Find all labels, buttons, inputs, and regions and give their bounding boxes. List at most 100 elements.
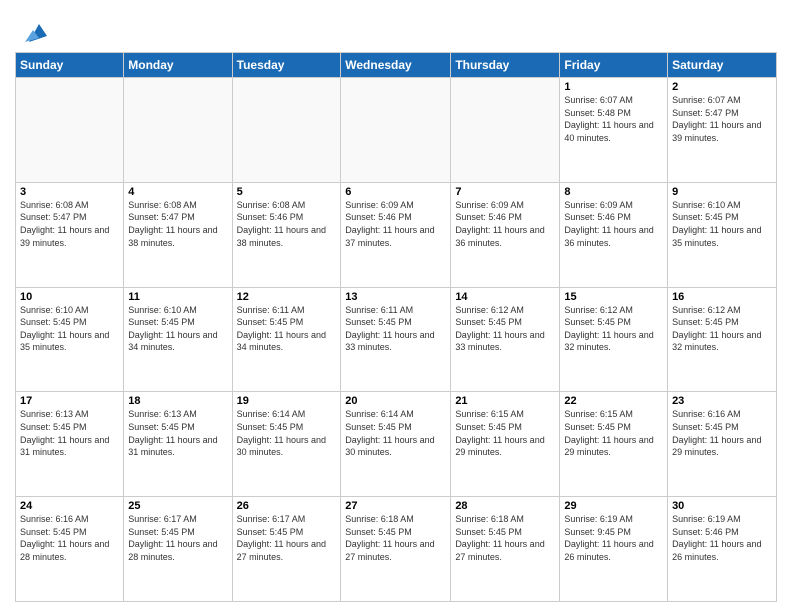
day-info: Sunrise: 6:09 AM Sunset: 5:46 PM Dayligh… — [564, 199, 663, 249]
day-info: Sunrise: 6:13 AM Sunset: 5:45 PM Dayligh… — [128, 408, 227, 458]
day-info: Sunrise: 6:19 AM Sunset: 9:45 PM Dayligh… — [564, 513, 663, 563]
calendar-cell: 16Sunrise: 6:12 AM Sunset: 5:45 PM Dayli… — [668, 287, 777, 392]
day-number: 14 — [455, 291, 555, 303]
day-number: 27 — [345, 500, 446, 512]
day-info: Sunrise: 6:12 AM Sunset: 5:45 PM Dayligh… — [455, 304, 555, 354]
day-info: Sunrise: 6:15 AM Sunset: 5:45 PM Dayligh… — [564, 408, 663, 458]
day-number: 19 — [237, 395, 337, 407]
day-number: 1 — [564, 81, 663, 93]
calendar-cell — [16, 78, 124, 183]
page: SundayMondayTuesdayWednesdayThursdayFrid… — [0, 0, 792, 612]
day-info: Sunrise: 6:12 AM Sunset: 5:45 PM Dayligh… — [564, 304, 663, 354]
day-number: 2 — [672, 81, 772, 93]
day-info: Sunrise: 6:13 AM Sunset: 5:45 PM Dayligh… — [20, 408, 119, 458]
calendar-header-friday: Friday — [560, 53, 668, 78]
day-number: 3 — [20, 186, 119, 198]
calendar-cell: 24Sunrise: 6:16 AM Sunset: 5:45 PM Dayli… — [16, 497, 124, 602]
day-number: 9 — [672, 186, 772, 198]
calendar-cell: 18Sunrise: 6:13 AM Sunset: 5:45 PM Dayli… — [124, 392, 232, 497]
day-number: 18 — [128, 395, 227, 407]
day-number: 13 — [345, 291, 446, 303]
day-info: Sunrise: 6:07 AM Sunset: 5:48 PM Dayligh… — [564, 94, 663, 144]
calendar-cell: 15Sunrise: 6:12 AM Sunset: 5:45 PM Dayli… — [560, 287, 668, 392]
calendar-week-row: 1Sunrise: 6:07 AM Sunset: 5:48 PM Daylig… — [16, 78, 777, 183]
calendar-week-row: 3Sunrise: 6:08 AM Sunset: 5:47 PM Daylig… — [16, 182, 777, 287]
day-info: Sunrise: 6:14 AM Sunset: 5:45 PM Dayligh… — [345, 408, 446, 458]
day-number: 22 — [564, 395, 663, 407]
calendar-cell: 9Sunrise: 6:10 AM Sunset: 5:45 PM Daylig… — [668, 182, 777, 287]
calendar-cell — [451, 78, 560, 183]
calendar-cell: 4Sunrise: 6:08 AM Sunset: 5:47 PM Daylig… — [124, 182, 232, 287]
day-number: 30 — [672, 500, 772, 512]
day-number: 16 — [672, 291, 772, 303]
calendar-cell: 3Sunrise: 6:08 AM Sunset: 5:47 PM Daylig… — [16, 182, 124, 287]
day-number: 11 — [128, 291, 227, 303]
calendar-cell: 20Sunrise: 6:14 AM Sunset: 5:45 PM Dayli… — [341, 392, 451, 497]
day-info: Sunrise: 6:11 AM Sunset: 5:45 PM Dayligh… — [345, 304, 446, 354]
calendar-cell: 6Sunrise: 6:09 AM Sunset: 5:46 PM Daylig… — [341, 182, 451, 287]
calendar-header-wednesday: Wednesday — [341, 53, 451, 78]
day-info: Sunrise: 6:16 AM Sunset: 5:45 PM Dayligh… — [20, 513, 119, 563]
calendar-cell: 27Sunrise: 6:18 AM Sunset: 5:45 PM Dayli… — [341, 497, 451, 602]
calendar-week-row: 17Sunrise: 6:13 AM Sunset: 5:45 PM Dayli… — [16, 392, 777, 497]
day-info: Sunrise: 6:17 AM Sunset: 5:45 PM Dayligh… — [237, 513, 337, 563]
day-info: Sunrise: 6:09 AM Sunset: 5:46 PM Dayligh… — [455, 199, 555, 249]
calendar-cell: 21Sunrise: 6:15 AM Sunset: 5:45 PM Dayli… — [451, 392, 560, 497]
calendar-cell: 2Sunrise: 6:07 AM Sunset: 5:47 PM Daylig… — [668, 78, 777, 183]
calendar-header-thursday: Thursday — [451, 53, 560, 78]
calendar-header-sunday: Sunday — [16, 53, 124, 78]
header — [15, 10, 777, 44]
calendar-cell: 11Sunrise: 6:10 AM Sunset: 5:45 PM Dayli… — [124, 287, 232, 392]
calendar-cell — [341, 78, 451, 183]
calendar-cell: 19Sunrise: 6:14 AM Sunset: 5:45 PM Dayli… — [232, 392, 341, 497]
day-number: 10 — [20, 291, 119, 303]
calendar-cell: 8Sunrise: 6:09 AM Sunset: 5:46 PM Daylig… — [560, 182, 668, 287]
day-number: 17 — [20, 395, 119, 407]
day-number: 7 — [455, 186, 555, 198]
day-info: Sunrise: 6:17 AM Sunset: 5:45 PM Dayligh… — [128, 513, 227, 563]
calendar-cell — [124, 78, 232, 183]
day-info: Sunrise: 6:18 AM Sunset: 5:45 PM Dayligh… — [455, 513, 555, 563]
calendar-cell: 7Sunrise: 6:09 AM Sunset: 5:46 PM Daylig… — [451, 182, 560, 287]
day-number: 5 — [237, 186, 337, 198]
day-number: 24 — [20, 500, 119, 512]
calendar-week-row: 10Sunrise: 6:10 AM Sunset: 5:45 PM Dayli… — [16, 287, 777, 392]
day-number: 12 — [237, 291, 337, 303]
day-info: Sunrise: 6:10 AM Sunset: 5:45 PM Dayligh… — [20, 304, 119, 354]
day-info: Sunrise: 6:08 AM Sunset: 5:47 PM Dayligh… — [128, 199, 227, 249]
day-number: 6 — [345, 186, 446, 198]
calendar-cell: 1Sunrise: 6:07 AM Sunset: 5:48 PM Daylig… — [560, 78, 668, 183]
day-info: Sunrise: 6:16 AM Sunset: 5:45 PM Dayligh… — [672, 408, 772, 458]
calendar-cell: 13Sunrise: 6:11 AM Sunset: 5:45 PM Dayli… — [341, 287, 451, 392]
day-info: Sunrise: 6:12 AM Sunset: 5:45 PM Dayligh… — [672, 304, 772, 354]
day-info: Sunrise: 6:08 AM Sunset: 5:46 PM Dayligh… — [237, 199, 337, 249]
calendar-cell — [232, 78, 341, 183]
logo — [15, 14, 49, 44]
logo-icon — [19, 14, 49, 44]
day-number: 23 — [672, 395, 772, 407]
calendar-header-monday: Monday — [124, 53, 232, 78]
calendar-cell: 23Sunrise: 6:16 AM Sunset: 5:45 PM Dayli… — [668, 392, 777, 497]
calendar: SundayMondayTuesdayWednesdayThursdayFrid… — [15, 52, 777, 602]
day-number: 26 — [237, 500, 337, 512]
calendar-cell: 14Sunrise: 6:12 AM Sunset: 5:45 PM Dayli… — [451, 287, 560, 392]
calendar-header-saturday: Saturday — [668, 53, 777, 78]
day-number: 21 — [455, 395, 555, 407]
day-number: 15 — [564, 291, 663, 303]
calendar-cell: 28Sunrise: 6:18 AM Sunset: 5:45 PM Dayli… — [451, 497, 560, 602]
calendar-cell: 17Sunrise: 6:13 AM Sunset: 5:45 PM Dayli… — [16, 392, 124, 497]
day-info: Sunrise: 6:11 AM Sunset: 5:45 PM Dayligh… — [237, 304, 337, 354]
day-number: 25 — [128, 500, 227, 512]
day-info: Sunrise: 6:19 AM Sunset: 5:46 PM Dayligh… — [672, 513, 772, 563]
day-info: Sunrise: 6:09 AM Sunset: 5:46 PM Dayligh… — [345, 199, 446, 249]
day-info: Sunrise: 6:08 AM Sunset: 5:47 PM Dayligh… — [20, 199, 119, 249]
calendar-cell: 5Sunrise: 6:08 AM Sunset: 5:46 PM Daylig… — [232, 182, 341, 287]
calendar-header-row: SundayMondayTuesdayWednesdayThursdayFrid… — [16, 53, 777, 78]
day-info: Sunrise: 6:07 AM Sunset: 5:47 PM Dayligh… — [672, 94, 772, 144]
calendar-cell: 22Sunrise: 6:15 AM Sunset: 5:45 PM Dayli… — [560, 392, 668, 497]
calendar-cell: 10Sunrise: 6:10 AM Sunset: 5:45 PM Dayli… — [16, 287, 124, 392]
day-info: Sunrise: 6:10 AM Sunset: 5:45 PM Dayligh… — [672, 199, 772, 249]
day-number: 4 — [128, 186, 227, 198]
day-info: Sunrise: 6:15 AM Sunset: 5:45 PM Dayligh… — [455, 408, 555, 458]
day-number: 28 — [455, 500, 555, 512]
